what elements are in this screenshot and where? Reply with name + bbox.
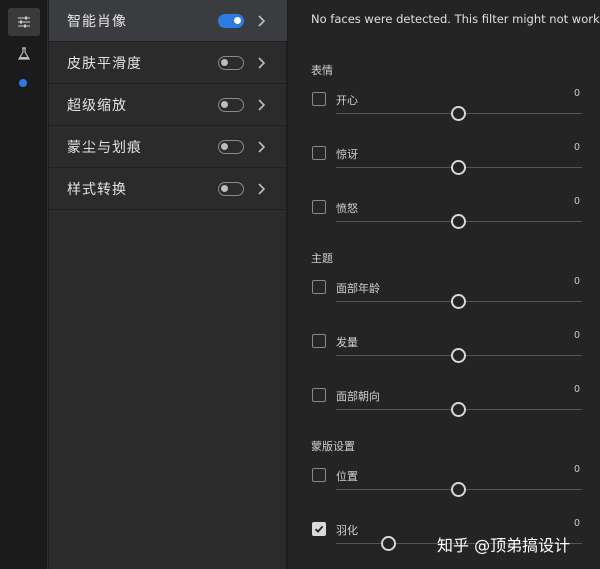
chevron-right-icon[interactable] [256,98,266,112]
filter-item[interactable]: 样式转换 [49,168,287,210]
parameter-checkbox[interactable] [312,468,326,482]
toggle-knob [221,100,228,108]
slider-thumb[interactable] [451,402,466,417]
parameter-row: 惊讶 0 [288,142,600,200]
parameter-value: 0 [574,196,581,207]
no-faces-notice: No faces were detected. This filter migh… [311,12,600,26]
toggle-knob [234,16,241,24]
checkmark-icon [314,525,324,533]
section-title: 表情 [311,64,333,77]
parameter-checkbox[interactable] [312,334,326,348]
filter-label: 样式转换 [67,181,127,198]
parameter-value: 0 [574,518,581,529]
slider-thumb[interactable] [451,482,466,497]
slider-thumb[interactable] [451,106,466,121]
section-title: 蒙版设置 [311,440,355,453]
parameter-label: 羽化 [336,524,358,537]
parameter-value: 0 [574,384,581,395]
parameter-checkbox[interactable] [312,146,326,160]
parameter-checkbox[interactable] [312,522,326,536]
dot-icon[interactable] [19,79,27,87]
watermark-text: 知乎 @顶弟搞设计 [437,536,571,555]
slider-thumb[interactable] [451,348,466,363]
chevron-right-icon[interactable] [256,14,266,28]
parameter-label: 面部年龄 [336,282,380,295]
chevron-right-icon[interactable] [256,182,266,196]
parameter-row: 位置 0 [288,464,600,522]
parameter-value: 0 [574,276,581,287]
parameter-value: 0 [574,464,581,475]
filter-label: 智能肖像 [67,13,127,30]
filter-item[interactable]: 皮肤平滑度 [49,42,287,84]
slider-thumb[interactable] [451,214,466,229]
toggle-knob [221,58,228,66]
sliders-icon[interactable] [8,8,40,36]
slider-thumb[interactable] [381,536,396,551]
parameter-row: 发量 0 [288,330,600,388]
slider-thumb[interactable] [451,294,466,309]
parameter-value: 0 [574,142,581,153]
tool-rail [0,0,48,569]
parameter-label: 开心 [336,94,358,107]
filter-label: 超级缩放 [67,97,127,114]
chevron-right-icon[interactable] [256,140,266,154]
filter-item[interactable]: 超级缩放 [49,84,287,126]
parameter-label: 发量 [336,336,358,349]
filter-toggle[interactable] [218,181,244,196]
parameter-label: 位置 [336,470,358,483]
parameter-row: 愤怒 0 [288,196,600,254]
filter-list: 智能肖像皮肤平滑度超级缩放蒙尘与划痕样式转换 [49,0,287,569]
filter-toggle[interactable] [218,139,244,154]
toggle-knob [221,142,228,150]
toggle-knob [221,184,228,192]
parameter-value: 0 [574,88,581,99]
filter-label: 皮肤平滑度 [67,55,142,72]
parameter-row: 面部朝向 0 [288,384,600,442]
parameter-checkbox[interactable] [312,280,326,294]
filter-label: 蒙尘与划痕 [67,139,142,156]
slider-thumb[interactable] [451,160,466,175]
parameter-row: 开心 0 [288,88,600,146]
chevron-right-icon[interactable] [256,56,266,70]
section-title: 主题 [311,252,333,265]
filter-toggle[interactable] [218,97,244,112]
parameter-value: 0 [574,330,581,341]
filter-toggle[interactable] [218,55,244,70]
filter-item[interactable]: 智能肖像 [49,0,287,42]
parameter-label: 面部朝向 [336,390,380,403]
parameter-label: 愤怒 [336,202,358,215]
parameter-row: 面部年龄 0 [288,276,600,334]
filter-toggle[interactable] [218,13,244,28]
parameter-checkbox[interactable] [312,200,326,214]
parameter-checkbox[interactable] [312,388,326,402]
parameter-label: 惊讶 [336,148,358,161]
parameter-checkbox[interactable] [312,92,326,106]
parameters-panel: No faces were detected. This filter migh… [288,0,600,569]
flask-icon[interactable] [8,40,40,68]
filter-item[interactable]: 蒙尘与划痕 [49,126,287,168]
